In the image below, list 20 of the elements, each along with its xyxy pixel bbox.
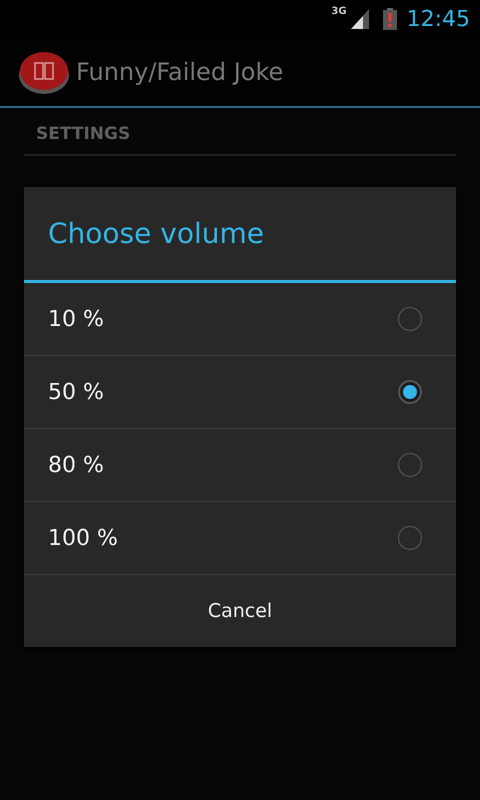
volume-option[interactable]: 10 %: [24, 283, 456, 356]
option-label: 50 %: [48, 380, 104, 404]
radio-button[interactable]: [398, 380, 422, 404]
option-label: 100 %: [48, 526, 118, 550]
settings-header: SETTINGS: [24, 108, 456, 156]
network-type-label: 3G: [331, 6, 347, 17]
volume-option[interactable]: 50 %: [24, 356, 456, 429]
battery-alert-icon: [382, 8, 397, 30]
app-icon: [18, 49, 70, 95]
dialog-title: Choose volume: [24, 187, 456, 283]
app-title: Funny/Failed Joke: [76, 58, 284, 86]
signal-icon: [350, 9, 369, 29]
radio-button[interactable]: [398, 526, 422, 550]
clock-time: 12:45: [406, 6, 470, 32]
radio-button[interactable]: [398, 453, 422, 477]
volume-option[interactable]: 80 %: [24, 429, 456, 502]
option-label: 80 %: [48, 452, 104, 478]
option-label: 10 %: [48, 306, 104, 332]
radio-button[interactable]: [398, 307, 422, 331]
cancel-button[interactable]: Cancel: [24, 575, 456, 647]
